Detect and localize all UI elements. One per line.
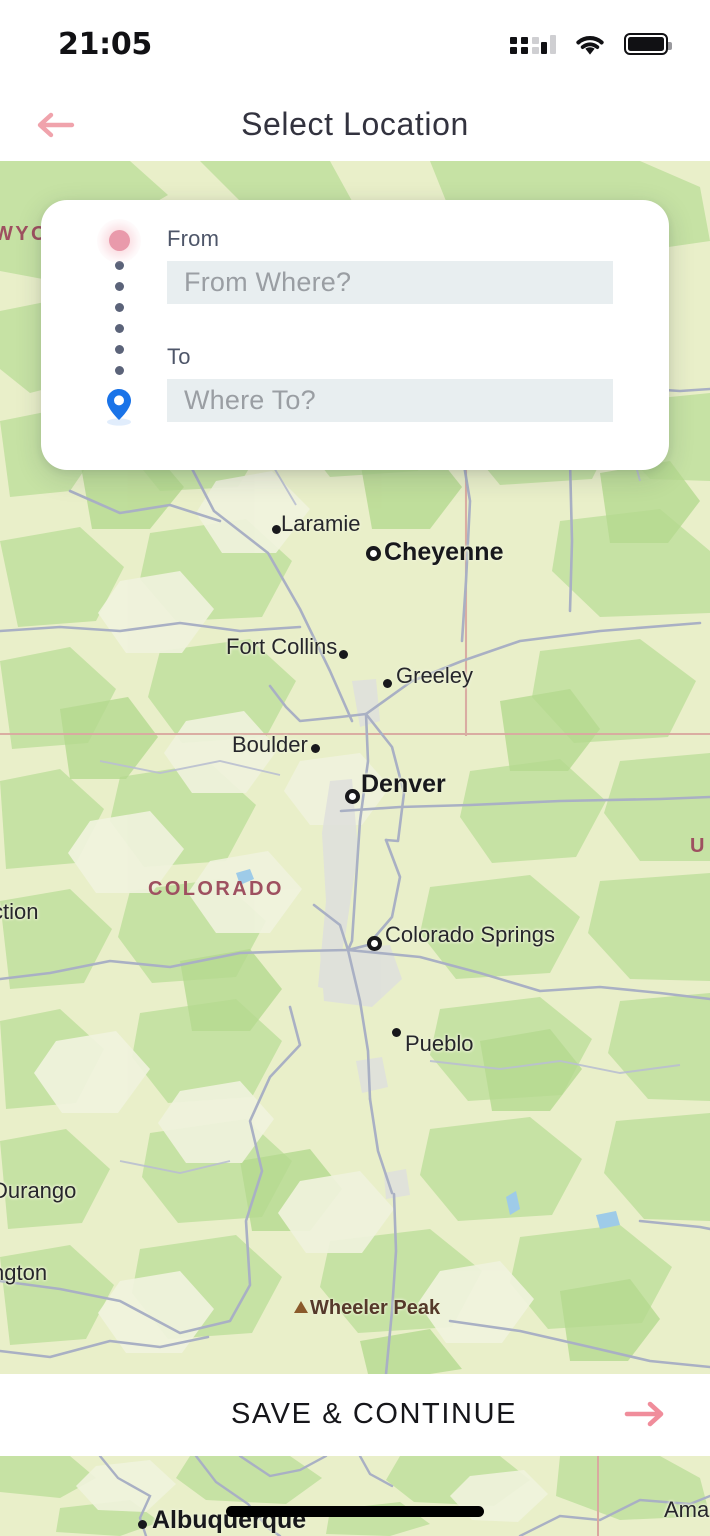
status-icons [510,32,672,57]
arrow-left-icon [37,112,75,137]
to-label: To [167,344,191,369]
cellular-signal-icon [510,34,556,54]
map-canvas-lower[interactable]: Albuquerque Amar [0,1456,710,1536]
to-input[interactable] [167,379,613,422]
map-graphics-lower [0,1456,710,1536]
map-city-dot [339,650,348,659]
map-city-dot [272,525,281,534]
route-rail-dot [114,324,124,333]
origin-dot-icon [108,230,130,251]
route-rail-dot [114,366,124,375]
route-rail [97,218,141,426]
phone-screen: WYOM COLORADO U Laramie Cheyenne Fort Co… [0,0,710,1536]
map-capital-dot [367,936,382,951]
page-header: Select Location [0,88,710,161]
map-city-dot [311,744,320,753]
to-field-group: To [167,344,637,422]
status-bar: 21:05 [0,0,710,88]
from-field-group: From [167,226,637,304]
route-search-card: From To [41,200,669,470]
arrow-right-icon [624,1401,664,1427]
route-rail-dot [114,282,124,291]
page-title: Select Location [241,106,469,142]
save-continue-bar[interactable]: SAVE & CONTINUE [0,1374,710,1454]
back-button[interactable] [26,96,84,154]
route-rail-dots [114,261,124,375]
from-label: From [167,226,220,251]
map-pin-icon [107,389,131,426]
map-capital-dot [366,546,381,561]
wifi-icon [576,35,604,55]
battery-full-icon [624,33,672,55]
route-rail-dot [114,303,124,312]
map-capital-dot [345,789,360,804]
route-rail-dot [114,345,124,354]
save-continue-label: SAVE & CONTINUE [230,1397,518,1430]
route-fields: From To [167,226,637,422]
map-city-dot [383,679,392,688]
map-city-dot [138,1520,147,1529]
from-input[interactable] [167,261,613,304]
status-time: 21:05 [58,26,152,62]
home-indicator[interactable] [226,1506,484,1517]
origin-marker[interactable] [97,218,141,263]
map-city-dot [392,1028,401,1037]
destination-marker[interactable] [103,386,135,426]
continue-arrow-button[interactable] [616,1385,674,1443]
map-peak-triangle-icon [294,1301,308,1313]
